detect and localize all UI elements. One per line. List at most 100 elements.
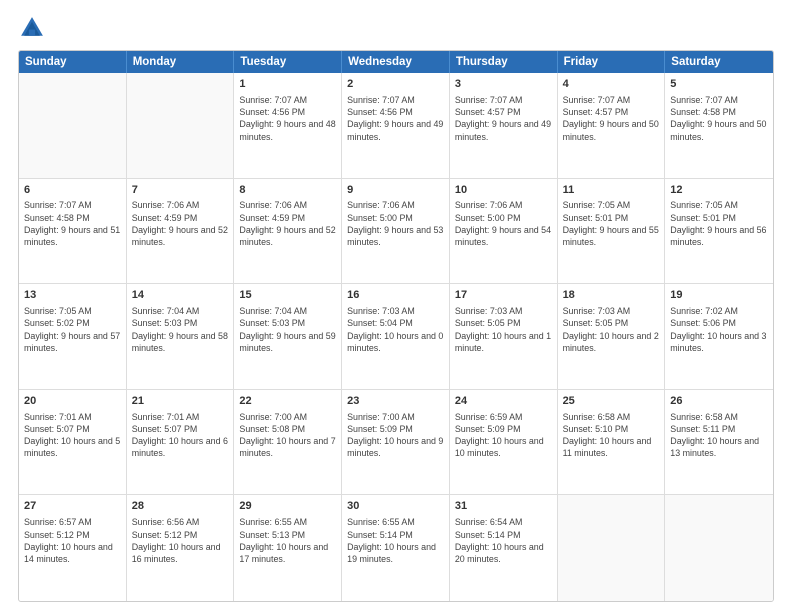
weekday-header-sunday: Sunday [19,51,127,73]
week-row-4: 20 Sunrise: 7:01 AM Sunset: 5:07 PM Dayli… [19,390,773,496]
day-info: Sunrise: 6:58 AM Sunset: 5:10 PM Dayligh… [563,411,660,460]
empty-cell [558,495,666,601]
day-number: 20 [24,394,121,409]
empty-cell [665,495,773,601]
day-cell-27: 27 Sunrise: 6:57 AM Sunset: 5:12 PM Dayli… [19,495,127,601]
day-cell-26: 26 Sunrise: 6:58 AM Sunset: 5:11 PM Dayli… [665,390,773,495]
day-number: 10 [455,183,552,198]
weekday-header-wednesday: Wednesday [342,51,450,73]
week-row-3: 13 Sunrise: 7:05 AM Sunset: 5:02 PM Dayli… [19,284,773,390]
day-info: Sunrise: 7:02 AM Sunset: 5:06 PM Dayligh… [670,305,768,354]
day-info: Sunrise: 7:07 AM Sunset: 4:57 PM Dayligh… [455,94,552,143]
day-number: 24 [455,394,552,409]
day-cell-19: 19 Sunrise: 7:02 AM Sunset: 5:06 PM Dayli… [665,284,773,389]
week-row-2: 6Sunrise: 7:07 AM Sunset: 4:58 PM Daylig… [19,179,773,285]
day-number: 28 [132,499,229,514]
day-cell-25: 25 Sunrise: 6:58 AM Sunset: 5:10 PM Dayli… [558,390,666,495]
weekday-header-monday: Monday [127,51,235,73]
day-info: Sunrise: 7:06 AM Sunset: 5:00 PM Dayligh… [455,199,552,248]
calendar: SundayMondayTuesdayWednesdayThursdayFrid… [18,50,774,602]
day-cell-30: 30Sunrise: 6:55 AM Sunset: 5:14 PM Dayli… [342,495,450,601]
day-number: 9 [347,183,444,198]
empty-cell [19,73,127,178]
day-cell-20: 20 Sunrise: 7:01 AM Sunset: 5:07 PM Dayli… [19,390,127,495]
day-number: 27 [24,499,121,514]
day-info: Sunrise: 7:03 AM Sunset: 5:05 PM Dayligh… [563,305,660,354]
weekday-header-tuesday: Tuesday [234,51,342,73]
day-cell-4: 4 Sunrise: 7:07 AM Sunset: 4:57 PM Daylig… [558,73,666,178]
day-info: Sunrise: 6:56 AM Sunset: 5:12 PM Dayligh… [132,516,229,565]
day-number: 7 [132,183,229,198]
day-info: Sunrise: 7:01 AM Sunset: 5:07 PM Dayligh… [24,411,121,460]
day-number: 14 [132,288,229,303]
day-number: 2 [347,77,444,92]
day-cell-23: 23Sunrise: 7:00 AM Sunset: 5:09 PM Dayli… [342,390,450,495]
day-number: 3 [455,77,552,92]
day-cell-21: 21 Sunrise: 7:01 AM Sunset: 5:07 PM Dayli… [127,390,235,495]
header [18,14,774,42]
day-info: Sunrise: 7:06 AM Sunset: 4:59 PM Dayligh… [239,199,336,248]
day-cell-15: 15 Sunrise: 7:04 AM Sunset: 5:03 PM Dayli… [234,284,342,389]
day-number: 8 [239,183,336,198]
weekday-header-friday: Friday [558,51,666,73]
day-cell-31: 31 Sunrise: 6:54 AM Sunset: 5:14 PM Dayli… [450,495,558,601]
day-cell-10: 10Sunrise: 7:06 AM Sunset: 5:00 PM Dayli… [450,179,558,284]
day-info: Sunrise: 7:07 AM Sunset: 4:58 PM Dayligh… [24,199,121,248]
day-info: Sunrise: 6:59 AM Sunset: 5:09 PM Dayligh… [455,411,552,460]
day-info: Sunrise: 6:58 AM Sunset: 5:11 PM Dayligh… [670,411,768,460]
day-number: 4 [563,77,660,92]
day-number: 5 [670,77,768,92]
day-cell-18: 18 Sunrise: 7:03 AM Sunset: 5:05 PM Dayli… [558,284,666,389]
day-cell-6: 6Sunrise: 7:07 AM Sunset: 4:58 PM Daylig… [19,179,127,284]
day-info: Sunrise: 7:00 AM Sunset: 5:08 PM Dayligh… [239,411,336,460]
empty-cell [127,73,235,178]
day-info: Sunrise: 7:01 AM Sunset: 5:07 PM Dayligh… [132,411,229,460]
day-number: 1 [239,77,336,92]
day-number: 15 [239,288,336,303]
day-info: Sunrise: 7:03 AM Sunset: 5:05 PM Dayligh… [455,305,552,354]
day-cell-29: 29Sunrise: 6:55 AM Sunset: 5:13 PM Dayli… [234,495,342,601]
day-info: Sunrise: 7:00 AM Sunset: 5:09 PM Dayligh… [347,411,444,460]
calendar-header: SundayMondayTuesdayWednesdayThursdayFrid… [19,51,773,73]
day-cell-3: 3 Sunrise: 7:07 AM Sunset: 4:57 PM Daylig… [450,73,558,178]
day-number: 26 [670,394,768,409]
day-cell-8: 8Sunrise: 7:06 AM Sunset: 4:59 PM Daylig… [234,179,342,284]
day-info: Sunrise: 6:55 AM Sunset: 5:14 PM Dayligh… [347,516,444,565]
day-number: 6 [24,183,121,198]
day-info: Sunrise: 7:06 AM Sunset: 4:59 PM Dayligh… [132,199,229,248]
day-info: Sunrise: 7:03 AM Sunset: 5:04 PM Dayligh… [347,305,444,354]
day-info: Sunrise: 7:05 AM Sunset: 5:02 PM Dayligh… [24,305,121,354]
day-number: 21 [132,394,229,409]
day-cell-1: 1 Sunrise: 7:07 AM Sunset: 4:56 PM Daylig… [234,73,342,178]
day-number: 17 [455,288,552,303]
day-info: Sunrise: 6:57 AM Sunset: 5:12 PM Dayligh… [24,516,121,565]
weekday-header-saturday: Saturday [665,51,773,73]
day-info: Sunrise: 7:07 AM Sunset: 4:56 PM Dayligh… [239,94,336,143]
day-number: 18 [563,288,660,303]
calendar-body: 1 Sunrise: 7:07 AM Sunset: 4:56 PM Daylig… [19,73,773,601]
day-number: 13 [24,288,121,303]
weekday-header-thursday: Thursday [450,51,558,73]
day-number: 25 [563,394,660,409]
day-number: 12 [670,183,768,198]
day-info: Sunrise: 7:04 AM Sunset: 5:03 PM Dayligh… [239,305,336,354]
day-info: Sunrise: 7:04 AM Sunset: 5:03 PM Dayligh… [132,305,229,354]
day-info: Sunrise: 7:07 AM Sunset: 4:57 PM Dayligh… [563,94,660,143]
day-info: Sunrise: 7:05 AM Sunset: 5:01 PM Dayligh… [563,199,660,248]
day-info: Sunrise: 6:55 AM Sunset: 5:13 PM Dayligh… [239,516,336,565]
day-cell-12: 12Sunrise: 7:05 AM Sunset: 5:01 PM Dayli… [665,179,773,284]
day-cell-7: 7Sunrise: 7:06 AM Sunset: 4:59 PM Daylig… [127,179,235,284]
day-cell-13: 13 Sunrise: 7:05 AM Sunset: 5:02 PM Dayli… [19,284,127,389]
day-info: Sunrise: 7:06 AM Sunset: 5:00 PM Dayligh… [347,199,444,248]
day-info: Sunrise: 7:07 AM Sunset: 4:58 PM Dayligh… [670,94,768,143]
day-cell-28: 28 Sunrise: 6:56 AM Sunset: 5:12 PM Dayli… [127,495,235,601]
day-number: 31 [455,499,552,514]
day-cell-14: 14 Sunrise: 7:04 AM Sunset: 5:03 PM Dayli… [127,284,235,389]
day-cell-24: 24 Sunrise: 6:59 AM Sunset: 5:09 PM Dayli… [450,390,558,495]
day-info: Sunrise: 7:07 AM Sunset: 4:56 PM Dayligh… [347,94,444,143]
week-row-5: 27 Sunrise: 6:57 AM Sunset: 5:12 PM Dayli… [19,495,773,601]
day-info: Sunrise: 6:54 AM Sunset: 5:14 PM Dayligh… [455,516,552,565]
logo-icon [18,14,46,42]
day-cell-17: 17 Sunrise: 7:03 AM Sunset: 5:05 PM Dayli… [450,284,558,389]
day-number: 19 [670,288,768,303]
